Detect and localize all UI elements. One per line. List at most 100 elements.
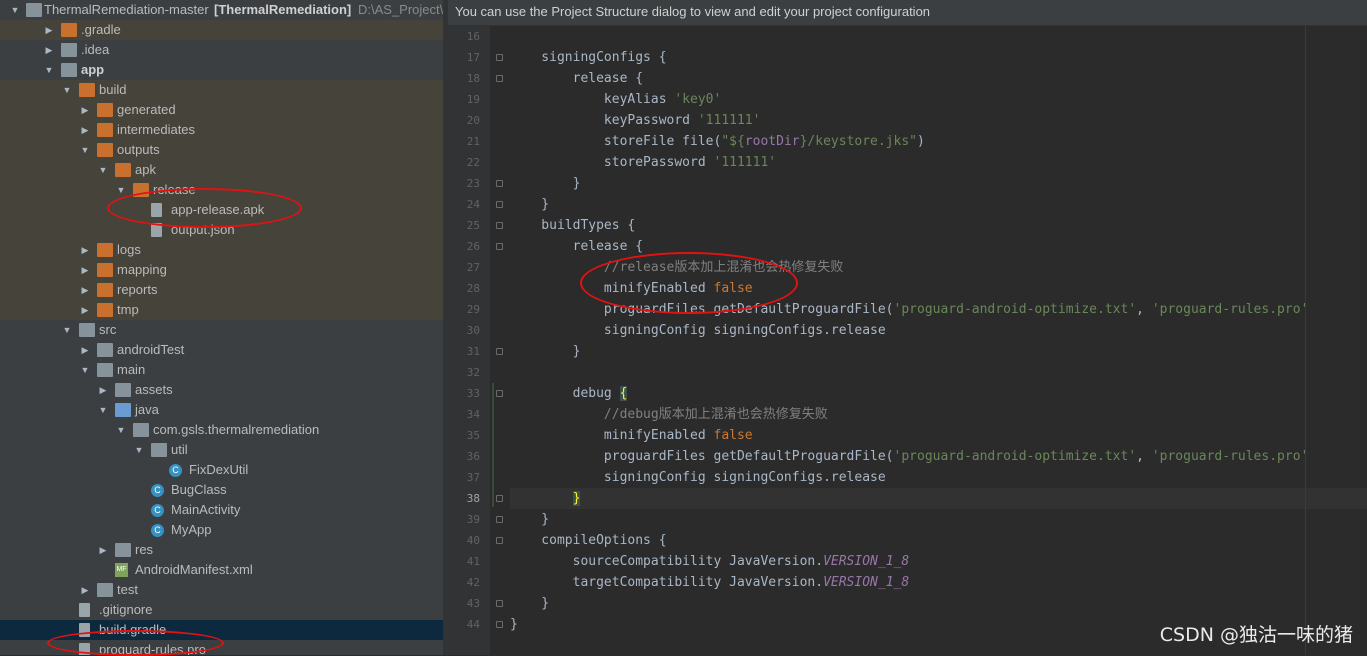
fold-marker-icon[interactable] <box>496 516 503 523</box>
tree-item[interactable]: ▶ androidTest <box>0 340 443 360</box>
project-tree[interactable]: ▼ ThermalRemediation-master [ThermalRemedi… <box>0 0 443 655</box>
tree-item[interactable]: output.json <box>0 220 443 240</box>
tree-item[interactable]: ▼ util <box>0 440 443 460</box>
tree-item[interactable]: MF AndroidManifest.xml <box>0 560 443 580</box>
tree-item[interactable]: ▼ com.gsls.thermalremediation <box>0 420 443 440</box>
chevron-down-icon[interactable]: ▼ <box>60 320 74 340</box>
tree-item[interactable]: app-release.apk <box>0 200 443 220</box>
code-line[interactable]: } <box>510 194 1367 215</box>
chevron-down-icon[interactable]: ▼ <box>78 360 92 380</box>
fold-marker-icon[interactable] <box>496 390 503 397</box>
code-line[interactable]: } <box>510 341 1367 362</box>
chevron-right-icon[interactable]: ▶ <box>42 20 56 40</box>
tree-item[interactable]: ▶ intermediates <box>0 120 443 140</box>
tree-item[interactable]: .gitignore <box>0 600 443 620</box>
code-line[interactable]: sourceCompatibility JavaVersion.VERSION_… <box>510 551 1367 572</box>
fold-marker-icon[interactable] <box>496 222 503 229</box>
chevron-down-icon[interactable]: ▼ <box>96 160 110 180</box>
tree-item[interactable]: C BugClass <box>0 480 443 500</box>
code-line[interactable]: release { <box>510 68 1367 89</box>
chevron-right-icon[interactable]: ▶ <box>78 260 92 280</box>
tree-item[interactable]: ▼ ThermalRemediation-master [ThermalRemedi… <box>0 0 443 20</box>
tree-item[interactable]: proguard-rules.pro <box>0 640 443 655</box>
fold-marker-icon[interactable] <box>496 201 503 208</box>
chevron-down-icon[interactable]: ▼ <box>78 140 92 160</box>
fold-marker-icon[interactable] <box>496 243 503 250</box>
code-line[interactable]: } <box>510 593 1367 614</box>
fold-marker-icon[interactable] <box>496 180 503 187</box>
fold-marker-icon[interactable] <box>496 600 503 607</box>
code-line[interactable]: //release版本加上混淆也会热修复失败 <box>510 257 1367 278</box>
chevron-right-icon[interactable]: ▶ <box>78 100 92 120</box>
tree-item[interactable]: ▶ generated <box>0 100 443 120</box>
chevron-down-icon[interactable]: ▼ <box>96 400 110 420</box>
code-line[interactable]: } <box>510 509 1367 530</box>
chevron-right-icon[interactable]: ▶ <box>78 120 92 140</box>
tree-item[interactable]: ▶ tmp <box>0 300 443 320</box>
tree-item[interactable]: C FixDexUtil <box>0 460 443 480</box>
tree-item[interactable]: ▼ build <box>0 80 443 100</box>
code-line[interactable]: } <box>510 173 1367 194</box>
code-line[interactable]: signingConfig signingConfigs.release <box>510 320 1367 341</box>
code-editor[interactable]: signingConfigs { release { keyAlias 'key… <box>510 26 1367 655</box>
code-line[interactable]: debug { <box>510 383 1367 404</box>
tree-item[interactable]: C MainActivity <box>0 500 443 520</box>
fold-marker-icon[interactable] <box>496 537 503 544</box>
chevron-down-icon[interactable]: ▼ <box>132 440 146 460</box>
tree-item[interactable]: build.gradle <box>0 620 443 640</box>
chevron-down-icon[interactable]: ▼ <box>8 0 22 20</box>
chevron-down-icon[interactable]: ▼ <box>42 60 56 80</box>
code-line[interactable]: targetCompatibility JavaVersion.VERSION_… <box>510 572 1367 593</box>
tree-item[interactable]: ▶ .gradle <box>0 20 443 40</box>
chevron-right-icon[interactable]: ▶ <box>78 300 92 320</box>
code-line[interactable]: storePassword '111111' <box>510 152 1367 173</box>
chevron-right-icon[interactable]: ▶ <box>96 380 110 400</box>
fold-marker-icon[interactable] <box>496 621 503 628</box>
fold-gutter[interactable] <box>490 26 510 655</box>
code-line[interactable]: proguardFiles getDefaultProguardFile('pr… <box>510 299 1367 320</box>
chevron-right-icon[interactable]: ▶ <box>78 240 92 260</box>
chevron-right-icon[interactable]: ▶ <box>78 340 92 360</box>
fold-marker-icon[interactable] <box>496 75 503 82</box>
code-line[interactable]: compileOptions { <box>510 530 1367 551</box>
tree-item[interactable]: ▶ .idea <box>0 40 443 60</box>
tree-item[interactable]: ▼ release <box>0 180 443 200</box>
code-line[interactable]: storeFile file("${rootDir}/keystore.jks"… <box>510 131 1367 152</box>
chevron-down-icon[interactable]: ▼ <box>60 80 74 100</box>
tree-item[interactable]: ▼ src <box>0 320 443 340</box>
code-line[interactable]: minifyEnabled false <box>510 425 1367 446</box>
code-line[interactable]: keyAlias 'key0' <box>510 89 1367 110</box>
chevron-down-icon[interactable]: ▼ <box>114 420 128 440</box>
code-line[interactable]: } <box>510 488 1367 509</box>
code-line[interactable]: signingConfigs { <box>510 47 1367 68</box>
tree-item[interactable]: ▶ mapping <box>0 260 443 280</box>
tree-item[interactable]: ▼ main <box>0 360 443 380</box>
tree-item[interactable]: ▼ outputs <box>0 140 443 160</box>
code-line[interactable]: release { <box>510 236 1367 257</box>
tree-item[interactable]: C MyApp <box>0 520 443 540</box>
code-line[interactable] <box>510 362 1367 383</box>
tree-item[interactable]: ▼ java <box>0 400 443 420</box>
chevron-right-icon[interactable]: ▶ <box>42 40 56 60</box>
code-line[interactable]: signingConfig signingConfigs.release <box>510 467 1367 488</box>
fold-marker-icon[interactable] <box>496 348 503 355</box>
tree-item[interactable]: ▶ logs <box>0 240 443 260</box>
code-line[interactable] <box>510 26 1367 47</box>
fold-marker-icon[interactable] <box>496 495 503 502</box>
code-line[interactable]: minifyEnabled false <box>510 278 1367 299</box>
fold-marker-icon[interactable] <box>496 54 503 61</box>
tree-item[interactable]: ▶ assets <box>0 380 443 400</box>
tree-item[interactable]: ▶ res <box>0 540 443 560</box>
tree-item[interactable]: ▶ test <box>0 580 443 600</box>
chevron-right-icon[interactable]: ▶ <box>96 540 110 560</box>
chevron-right-icon[interactable]: ▶ <box>78 280 92 300</box>
tree-item[interactable]: ▼ app <box>0 60 443 80</box>
chevron-down-icon[interactable]: ▼ <box>114 180 128 200</box>
chevron-right-icon[interactable]: ▶ <box>78 580 92 600</box>
tree-item[interactable]: ▶ reports <box>0 280 443 300</box>
code-line[interactable]: proguardFiles getDefaultProguardFile('pr… <box>510 446 1367 467</box>
code-line[interactable]: keyPassword '111111' <box>510 110 1367 131</box>
tree-item[interactable]: ▼ apk <box>0 160 443 180</box>
code-line[interactable]: //debug版本加上混淆也会热修复失败 <box>510 404 1367 425</box>
code-line[interactable]: buildTypes { <box>510 215 1367 236</box>
